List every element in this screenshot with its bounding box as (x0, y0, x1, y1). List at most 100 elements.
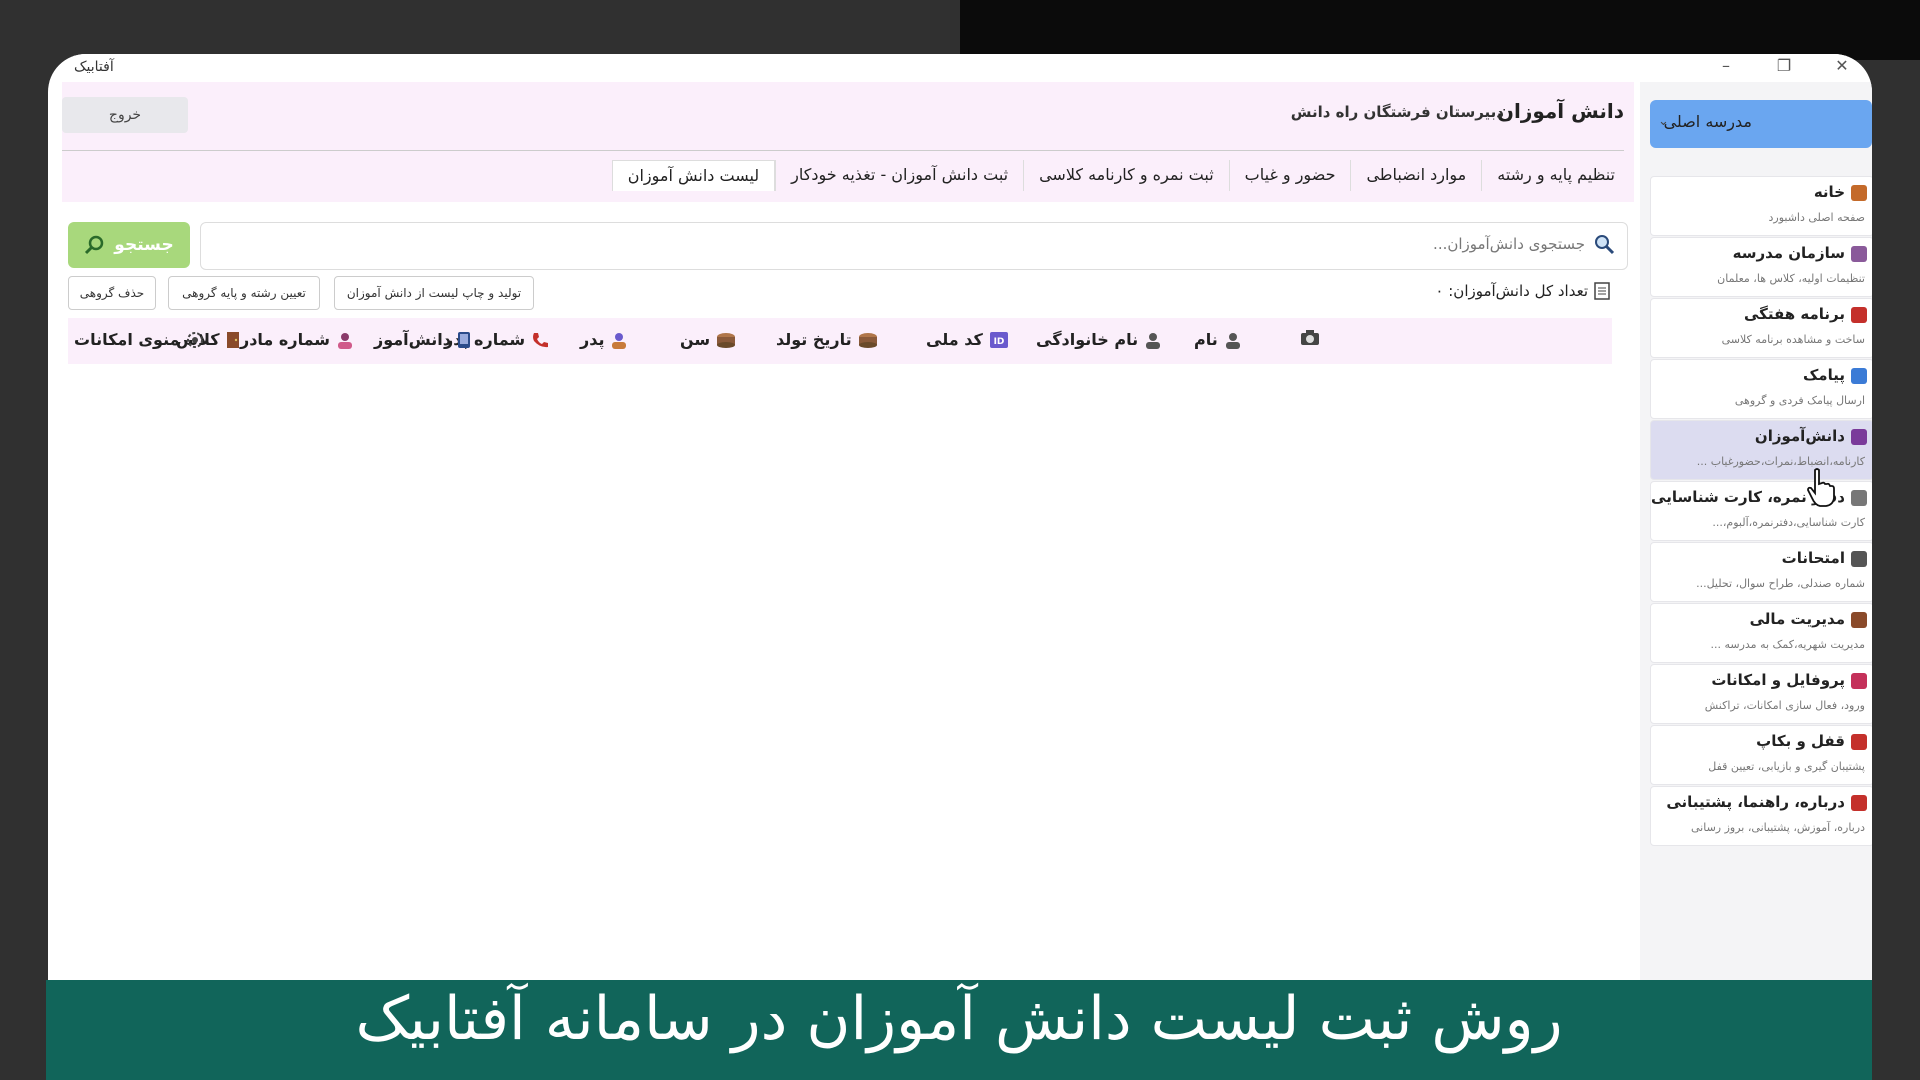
sidebar-item-description: شماره صندلی، طراح سوال، تحلیل... (1696, 577, 1865, 590)
total-students-count: تعداد کل دانش‌آموزان: ۰ (1435, 282, 1610, 300)
search-icon (85, 235, 104, 255)
exit-button[interactable]: خروج (62, 97, 188, 133)
sidebar-item-title: پیامک (1802, 366, 1845, 384)
sidebar-item-title: برنامه هفتگی (1743, 305, 1845, 323)
document-icon (1594, 282, 1610, 300)
sidebar-item-description: پشتیبان گیری و بازیابی، تعیین قفل (1708, 760, 1865, 773)
school-name: دبیرستان فرشتگان راه دانش (1290, 103, 1504, 121)
person-icon (1225, 332, 1240, 349)
search-button[interactable]: جستجو (68, 222, 190, 268)
sidebar-item-calendar[interactable]: برنامه هفتگی ساخت و مشاهده برنامه کلاسی (1650, 298, 1872, 358)
sidebar-item-phone[interactable]: درباره، راهنما، پشتیبانی درباره، آموزش، پ… (1650, 786, 1872, 846)
exam-icon (1851, 551, 1867, 567)
sidebar-item-title: سازمان مدرسه (1732, 244, 1845, 262)
tab-discipline[interactable]: موارد انضباطی (1350, 160, 1481, 191)
column-father[interactable]: پدر (580, 330, 628, 349)
column-photo[interactable] (1300, 330, 1320, 346)
sidebar-item-notebook[interactable]: دفتر نمره، کارت شناسایی کارت شناسایی،دفتر… (1650, 481, 1872, 541)
sidebar-item-description: ورود، فعال سازی امکانات، تراکنش (1704, 699, 1865, 712)
background-dark-area (960, 0, 1920, 60)
search-input[interactable]: جستجوی دانش‌آموزان... (200, 222, 1628, 270)
mobile-icon (457, 331, 470, 348)
svg-text:ID: ID (993, 337, 1004, 347)
column-options-menu[interactable]: منوی امکانات (74, 330, 204, 349)
school-select-value: مدرسه اصلی (1663, 112, 1752, 131)
search-icon (1595, 235, 1615, 255)
shield-icon (1851, 734, 1867, 750)
sidebar-item-description: ساخت و مشاهده برنامه کلاسی (1721, 333, 1865, 346)
sidebar: مدرسه اصلی ⌄ خانه صفحه اصلی داشبورد سازمان… (1640, 82, 1872, 1080)
message-icon (1851, 368, 1867, 384)
restore-button[interactable]: ❐ (1774, 56, 1794, 75)
bulk-delete-button[interactable]: حذف گروهی (68, 276, 156, 310)
cake-icon (717, 332, 736, 348)
toolbox-icon (1851, 673, 1867, 689)
column-birth-date[interactable]: تاریخ تولد (776, 330, 878, 349)
id-card-icon: ID (989, 331, 1008, 348)
column-mother-phone[interactable]: شماره مادر (240, 330, 354, 349)
sidebar-item-title: دانش‌آموزان (1754, 427, 1845, 445)
sidebar-item-student[interactable]: دانش‌آموزان کارنامه،انضباط،نمرات،حضورغیاب… (1650, 420, 1872, 480)
column-age[interactable]: سن (680, 330, 736, 349)
sidebar-item-description: صفحه اصلی داشبورد (1768, 211, 1866, 224)
total-students-label: تعداد کل دانش‌آموزان: ۰ (1435, 282, 1588, 300)
sidebar-item-shield[interactable]: قفل و بکاپ پشتیبان گیری و بازیابی، تعیین … (1650, 725, 1872, 785)
school-icon (1851, 246, 1867, 262)
person-icon (1146, 332, 1161, 349)
school-select-dropdown[interactable]: مدرسه اصلی ⌄ (1650, 100, 1872, 148)
tab-student-list[interactable]: لیست دانش آموزان (611, 160, 776, 191)
phone-icon (1851, 795, 1867, 811)
app-window: آفتابیک – ❐ ✕ خروج دانش آموزان دبیرستان … (48, 54, 1872, 1080)
title-bar: آفتابیک – ❐ ✕ (48, 54, 1872, 82)
door-icon (226, 331, 239, 348)
calendar-icon (1851, 307, 1867, 323)
mouse-cursor-icon (1807, 468, 1835, 507)
column-national-id[interactable]: ID کد ملی (926, 330, 1009, 349)
tab-attendance[interactable]: حضور و غیاب (1228, 160, 1351, 191)
assign-field-grade-button[interactable]: تعیین رشته و پایه گروهی (168, 276, 320, 310)
sidebar-item-toolbox[interactable]: پروفایل و امکانات ورود، فعال سازی امکانات… (1650, 664, 1872, 724)
tab-register-students[interactable]: ثبت دانش آموزان - تغذیه خودکار (775, 160, 1023, 191)
close-button[interactable]: ✕ (1832, 56, 1852, 75)
phone-icon (533, 332, 549, 347)
column-first-name[interactable]: نام (1194, 330, 1242, 349)
search-button-label: جستجو (114, 235, 174, 255)
column-student-phone[interactable]: دانش‌آموز (374, 330, 471, 349)
sidebar-item-school[interactable]: سازمان مدرسه تنظیمات اولیه، کلاس ها، معلم… (1650, 237, 1872, 297)
tab-grades-report[interactable]: ثبت نمره و کارنامه کلاسی (1023, 160, 1229, 191)
sidebar-item-description: کارنامه،انضباط،نمرات،حضورغیاب ... (1696, 455, 1865, 468)
column-last-name[interactable]: نام خانوادگی (1036, 330, 1162, 349)
sidebar-item-clock[interactable]: خانه صفحه اصلی داشبورد (1650, 176, 1872, 236)
app-title: آفتابیک (74, 59, 114, 75)
sidebar-item-description: مدیریت شهریه،کمک به مدرسه ... (1710, 638, 1866, 651)
students-table-header: نام نام خانوادگی ID کد ملی تاریخ تولد سن… (68, 318, 1612, 364)
sidebar-item-title: درباره، راهنما، پشتیبانی (1666, 793, 1845, 811)
minimize-button[interactable]: – (1716, 56, 1736, 75)
search-placeholder: جستجوی دانش‌آموزان... (1433, 235, 1585, 253)
notebook-icon (1851, 490, 1867, 506)
sidebar-item-title: امتحانات (1781, 549, 1845, 567)
sidebar-item-description: ارسال پیامک فردی و گروهی (1734, 394, 1865, 407)
sidebar-item-exam[interactable]: امتحانات شماره صندلی، طراح سوال، تحلیل... (1650, 542, 1872, 602)
sidebar-item-briefcase[interactable]: مدیریت مالی مدیریت شهریه،کمک به مدرسه ... (1650, 603, 1872, 663)
father-icon (612, 332, 627, 349)
divider (62, 150, 1624, 151)
sidebar-item-description: درباره، آموزش، پشتیبانی، بروز رسانی (1691, 821, 1865, 834)
tab-grade-field-settings[interactable]: تنظیم پایه و رشته (1481, 160, 1630, 191)
mother-icon (338, 332, 353, 349)
student-icon (1851, 429, 1867, 445)
sidebar-item-description: کارت شناسایی،دفترنمره،آلبوم،... (1712, 516, 1865, 529)
gear-icon (186, 331, 203, 348)
caption-banner: روش ثبت لیست دانش آموزان در سامانه آفتاب… (46, 980, 1872, 1080)
page-title: دانش آموزان (1496, 99, 1624, 123)
sidebar-item-message[interactable]: پیامک ارسال پیامک فردی و گروهی (1650, 359, 1872, 419)
briefcase-icon (1851, 612, 1867, 628)
clock-icon (1851, 185, 1867, 201)
sidebar-item-title: خانه (1813, 183, 1845, 201)
sidebar-item-title: مدیریت مالی (1749, 610, 1845, 628)
chevron-down-icon: ⌄ (1658, 114, 1669, 129)
cake-icon (858, 332, 877, 348)
sidebar-item-title: قفل و بکاپ (1756, 732, 1845, 750)
sidebar-item-description: تنظیمات اولیه، کلاس ها، معلمان (1717, 272, 1865, 285)
print-list-button[interactable]: تولید و چاپ لیست از دانش آموزان (334, 276, 534, 310)
